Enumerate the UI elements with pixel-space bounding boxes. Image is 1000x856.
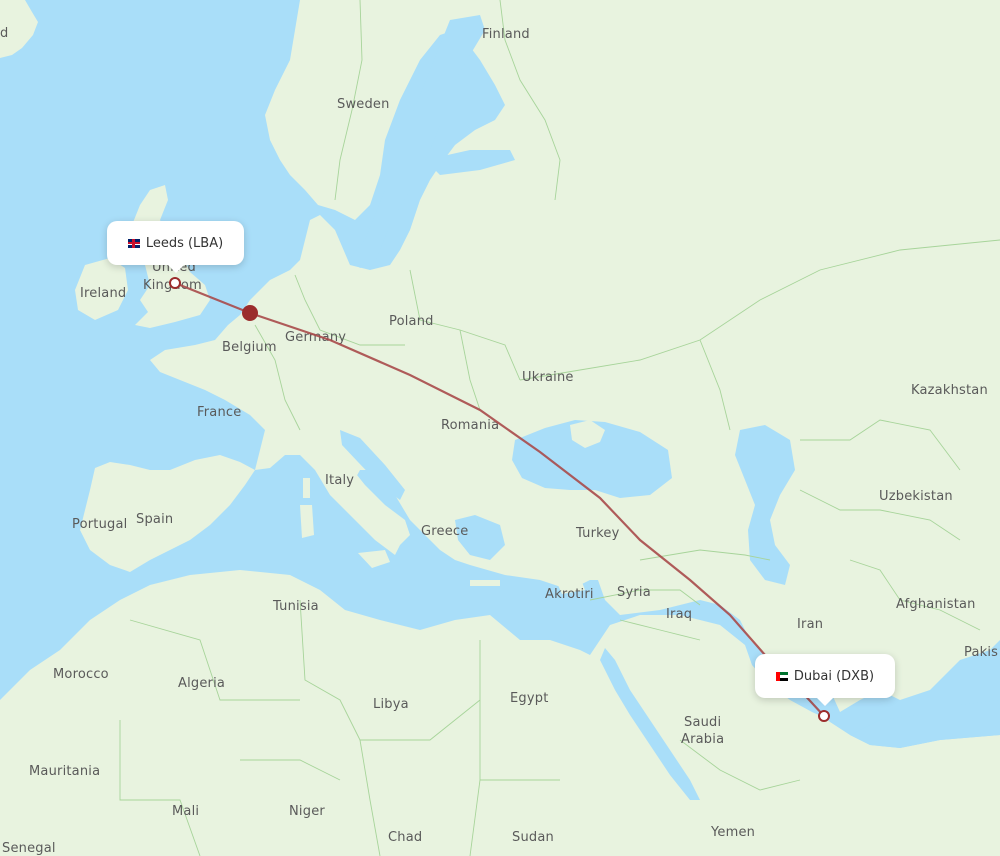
label-greece: Greece xyxy=(421,524,468,539)
label-chad: Chad xyxy=(388,830,422,845)
label-france: France xyxy=(197,405,241,420)
label-poland: Poland xyxy=(389,314,434,329)
uae-flag-icon xyxy=(775,671,788,681)
label-afghanistan: Afghanistan xyxy=(896,597,976,612)
label-italy: Italy xyxy=(325,473,354,488)
label-algeria: Algeria xyxy=(178,676,225,691)
label-mali: Mali xyxy=(172,804,199,819)
destination-airport-label: Dubai (DXB) xyxy=(793,668,875,684)
destination-airport-callout[interactable]: Dubai (DXB) xyxy=(755,654,895,706)
label-ireland: Ireland xyxy=(80,286,126,301)
label-romania: Romania xyxy=(441,418,499,433)
label-saudi-arabia-line1: Saudi xyxy=(684,715,721,730)
label-belgium: Belgium xyxy=(222,340,277,355)
label-uzbekistan: Uzbekistan xyxy=(879,489,953,504)
landmass-crete xyxy=(470,580,500,586)
origin-airport-label: Leeds (LBA) xyxy=(145,235,224,251)
label-iran: Iran xyxy=(797,617,823,632)
label-portugal: Portugal xyxy=(72,517,127,532)
label-finland: Finland xyxy=(482,27,530,42)
label-tunisia: Tunisia xyxy=(272,599,319,614)
label-sweden: Sweden xyxy=(337,97,390,112)
label-egypt: Egypt xyxy=(510,691,549,706)
label-turkey: Turkey xyxy=(575,526,620,541)
label-senegal: Senegal xyxy=(2,841,56,856)
label-kazakhstan: Kazakhstan xyxy=(911,383,988,398)
uk-flag-icon xyxy=(127,238,140,248)
route-map[interactable]: Finland Sweden d United Kingdom Ireland … xyxy=(0,0,1000,856)
label-morocco: Morocco xyxy=(53,667,109,682)
label-ukraine: Ukraine xyxy=(522,370,574,385)
label-mauritania: Mauritania xyxy=(29,764,100,779)
origin-pin-icon[interactable] xyxy=(169,277,181,289)
label-sudan: Sudan xyxy=(512,830,554,845)
destination-pin-icon[interactable] xyxy=(818,710,830,722)
label-yemen: Yemen xyxy=(710,825,755,840)
label-akrotiri: Akrotiri xyxy=(545,587,594,602)
label-saudi-arabia-line2: Arabia xyxy=(681,732,724,747)
landmass-sardinia xyxy=(300,505,314,538)
landmass-corsica xyxy=(303,478,310,498)
origin-airport-callout[interactable]: Leeds (LBA) xyxy=(107,221,244,273)
label-spain: Spain xyxy=(136,512,173,527)
label-iceland-partial: d xyxy=(0,26,8,41)
label-niger: Niger xyxy=(289,804,325,819)
label-iraq: Iraq xyxy=(666,607,692,622)
label-syria: Syria xyxy=(617,585,651,600)
label-libya: Libya xyxy=(373,697,409,712)
label-pakistan-partial: Pakis xyxy=(964,645,998,660)
waypoint-marker[interactable] xyxy=(242,305,258,321)
